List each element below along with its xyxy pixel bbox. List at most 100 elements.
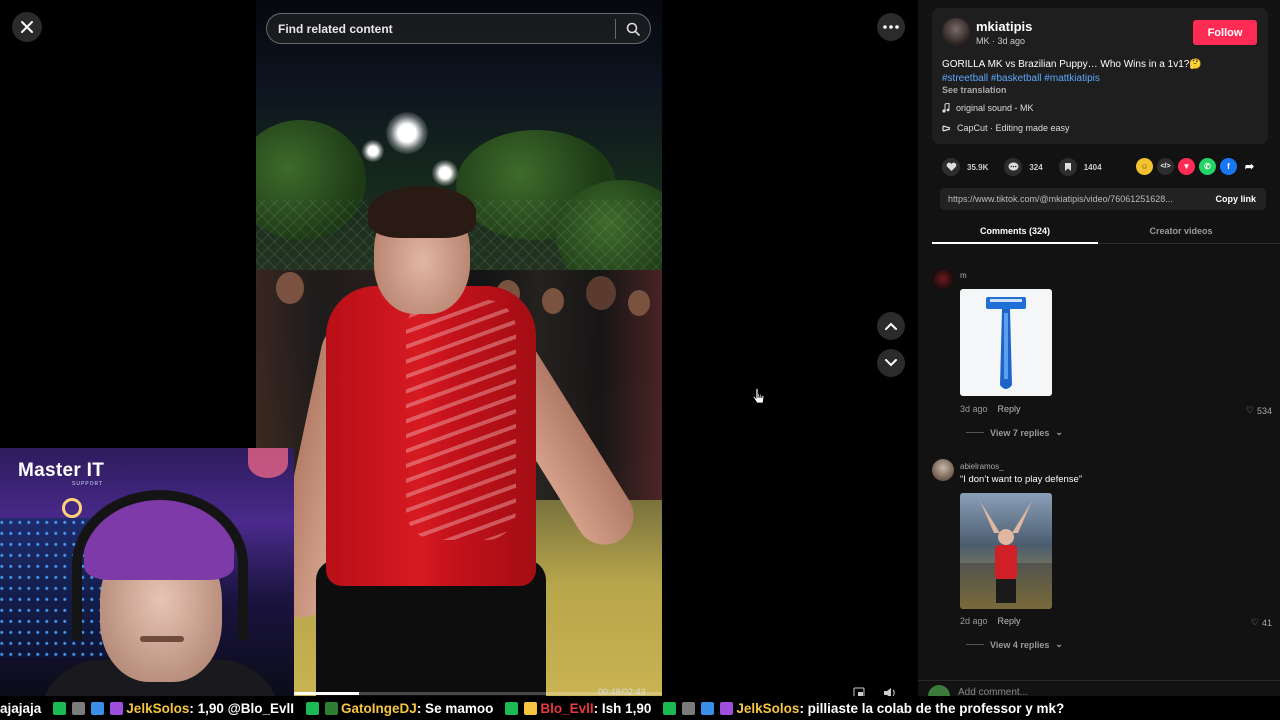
tab-comments[interactable]: Comments (324) bbox=[932, 220, 1098, 244]
follow-button[interactable]: Follow bbox=[1193, 20, 1257, 45]
comment-meta: 3d ago Reply bbox=[960, 404, 1021, 414]
chat-message-text: : pilliaste la colab de the professor y … bbox=[799, 700, 1065, 716]
mouse-pointer-icon bbox=[752, 387, 766, 410]
whatsapp-icon[interactable]: ✆ bbox=[1199, 158, 1216, 175]
more-options-button[interactable] bbox=[877, 13, 905, 41]
view-replies-button[interactable]: View 4 replies ⌄ bbox=[966, 639, 1063, 650]
next-video-button[interactable] bbox=[877, 349, 905, 377]
author-avatar[interactable] bbox=[942, 18, 970, 46]
jersey-pattern bbox=[406, 300, 516, 540]
badge-icon bbox=[701, 701, 715, 715]
view-replies-button[interactable]: View 7 replies ⌄ bbox=[966, 427, 1063, 438]
sound-name: original sound - MK bbox=[956, 103, 1034, 113]
post-info-card: mkiatipis MK · 3d ago Follow GORILLA MK … bbox=[932, 8, 1268, 144]
details-panel: mkiatipis MK · 3d ago Follow GORILLA MK … bbox=[918, 0, 1280, 720]
author-name[interactable]: mkiatipis bbox=[976, 19, 1032, 34]
badge-icon bbox=[72, 701, 86, 715]
close-button[interactable] bbox=[12, 12, 42, 42]
capcut-icon bbox=[942, 124, 951, 132]
comment-date: 3d ago bbox=[960, 404, 988, 414]
comment-image-player[interactable] bbox=[960, 493, 1052, 609]
background-lamp bbox=[248, 448, 288, 478]
search-input[interactable]: Find related content bbox=[267, 22, 615, 36]
divider-line bbox=[966, 432, 984, 433]
view-replies-label: View 7 replies bbox=[990, 427, 1050, 438]
stadium-light bbox=[386, 112, 428, 154]
headphones bbox=[72, 490, 248, 640]
save-count: 1404 bbox=[1083, 162, 1102, 172]
tab-creator-videos[interactable]: Creator videos bbox=[1098, 220, 1264, 244]
divider-line bbox=[966, 644, 984, 645]
comment-date: 2d ago bbox=[960, 616, 988, 626]
engagement-stats: 35.9K 324 1404 bbox=[942, 158, 1118, 176]
sound-link[interactable]: original sound - MK bbox=[942, 103, 1034, 113]
comment-button[interactable]: 324 bbox=[1004, 158, 1043, 176]
reply-button[interactable]: Reply bbox=[998, 404, 1021, 414]
comment-like-button[interactable]: ♡ 534 bbox=[1246, 405, 1272, 416]
chevron-up-icon bbox=[885, 322, 897, 330]
heart-outline-icon: ♡ bbox=[1245, 405, 1254, 415]
comment-like-count: 41 bbox=[1261, 617, 1272, 628]
chat-ticker: ajajaja JelkSolos : 1,90 @Blo_EvlI GatoI… bbox=[0, 696, 1280, 720]
player-hair bbox=[368, 186, 476, 238]
author-subtitle: MK · 3d ago bbox=[976, 36, 1026, 46]
copy-link-button[interactable]: Copy link bbox=[1205, 194, 1266, 204]
post-caption: GORILLA MK vs Brazilian Puppy… Who Wins … bbox=[942, 58, 1260, 86]
share-options: ☺ </> ▼ ✆ f ➦ bbox=[1136, 158, 1258, 175]
search-icon[interactable] bbox=[616, 22, 650, 36]
capcut-label: CapCut · Editing made easy bbox=[957, 123, 1070, 133]
badge-icon bbox=[53, 701, 67, 715]
comment-avatar[interactable] bbox=[932, 459, 954, 481]
view-replies-label: View 4 replies bbox=[990, 639, 1050, 650]
comment-meta: 2d ago Reply bbox=[960, 616, 1021, 626]
heart-icon bbox=[942, 158, 960, 176]
spectator bbox=[542, 288, 564, 314]
comment-icon bbox=[1004, 158, 1023, 176]
chat-username: JelkSolos bbox=[126, 700, 190, 716]
like-button[interactable]: 35.9K bbox=[942, 158, 988, 176]
badge-icon bbox=[682, 701, 696, 715]
chat-message-text: ajajaja bbox=[0, 700, 42, 716]
reply-button[interactable]: Reply bbox=[998, 616, 1021, 626]
chevron-down-icon: ⌄ bbox=[1055, 427, 1063, 437]
coin-icon[interactable]: ☺ bbox=[1136, 158, 1153, 175]
badge-icon bbox=[720, 701, 734, 715]
badge-icon bbox=[306, 701, 320, 715]
music-note-icon bbox=[942, 103, 950, 113]
save-button[interactable]: 1404 bbox=[1058, 158, 1102, 176]
streamer-webcam: Master IT SUPPORT bbox=[0, 448, 294, 696]
see-translation-link[interactable]: See translation bbox=[942, 85, 1007, 95]
spectator bbox=[586, 276, 616, 310]
facebook-icon[interactable]: f bbox=[1220, 158, 1237, 175]
comment-username[interactable]: m bbox=[960, 271, 967, 280]
stadium-light bbox=[432, 160, 458, 186]
comment-username[interactable]: abielramos_ bbox=[960, 462, 1004, 471]
share-link-url[interactable]: https://www.tiktok.com/@mkiatipis/video/… bbox=[940, 194, 1205, 204]
hashtag-link[interactable]: #basketball bbox=[991, 73, 1042, 84]
capcut-link[interactable]: CapCut · Editing made easy bbox=[942, 123, 1070, 133]
hashtag-link[interactable]: #streetball bbox=[942, 73, 988, 84]
send-icon[interactable]: ▼ bbox=[1178, 158, 1195, 175]
chevron-down-icon bbox=[885, 359, 897, 367]
chevron-down-icon: ⌄ bbox=[1055, 639, 1063, 649]
hashtag-link[interactable]: #mattkiatipis bbox=[1044, 73, 1100, 84]
chat-message-text: : 1,90 @Blo_EvlI bbox=[189, 700, 295, 716]
search-bar[interactable]: Find related content bbox=[266, 13, 651, 44]
more-icon bbox=[883, 25, 899, 29]
heart-outline-icon: ♡ bbox=[1250, 617, 1259, 627]
caption-text: GORILLA MK vs Brazilian Puppy… Who Wins … bbox=[942, 59, 1202, 70]
embed-icon[interactable]: </> bbox=[1157, 158, 1174, 175]
chat-username: JelkSolos bbox=[736, 700, 800, 716]
badge-icon bbox=[663, 701, 677, 715]
panel-tabs: Comments (324) Creator videos bbox=[932, 220, 1280, 244]
close-icon bbox=[21, 21, 33, 33]
comment-sticker-razor[interactable] bbox=[960, 289, 1052, 396]
comment-like-button[interactable]: ♡ 41 bbox=[1251, 617, 1272, 628]
comment-text: “I don’t want to play defense” bbox=[960, 474, 1082, 485]
share-link-box: https://www.tiktok.com/@mkiatipis/video/… bbox=[940, 188, 1266, 210]
comment-avatar[interactable] bbox=[932, 268, 954, 290]
previous-video-button[interactable] bbox=[877, 312, 905, 340]
share-arrow-icon[interactable]: ➦ bbox=[1241, 158, 1258, 175]
spectator bbox=[276, 272, 304, 304]
video-player[interactable] bbox=[256, 0, 662, 696]
